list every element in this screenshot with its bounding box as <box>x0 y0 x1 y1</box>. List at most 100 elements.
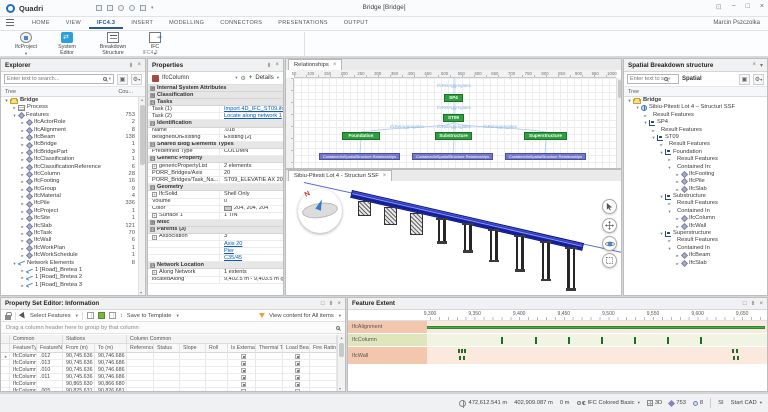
tab-connectors[interactable]: CONNECTORS <box>212 18 270 29</box>
diagram-node-substructure[interactable]: Substructure <box>435 132 472 140</box>
chevron-expanded-icon[interactable]: ▾ <box>658 149 665 156</box>
chevron-collapsed-icon[interactable]: ▸ <box>666 200 673 207</box>
section-tool-button[interactable] <box>602 253 617 268</box>
tree-item-st09[interactable]: ▾ST09 <box>624 134 766 141</box>
tree-item-ifcpile[interactable]: ▸IfcPile <box>624 178 766 185</box>
property-section-identification[interactable]: ⊟Identification <box>148 120 283 127</box>
property-value[interactable]: Pier <box>220 248 283 255</box>
chevron-collapsed-icon[interactable]: ▸ <box>19 134 26 141</box>
lock-icon[interactable] <box>5 315 11 320</box>
tree-item-bridge[interactable]: ▾Bridge <box>624 97 766 104</box>
diagram-scrollbar[interactable] <box>616 78 621 168</box>
close-tab-icon[interactable]: × <box>383 173 387 179</box>
layout-button[interactable]: ▣ <box>739 74 750 85</box>
chevron-collapsed-icon[interactable]: ▸ <box>666 156 673 163</box>
property-section-parents-3-[interactable]: ⊟Parents (3) <box>148 227 283 234</box>
chevron-collapsed-icon[interactable]: ▸ <box>674 215 681 222</box>
property-section-geometry[interactable]: ⊟Geometry <box>148 184 283 191</box>
tree-item-contained-in[interactable]: ▾Contained In <box>624 208 766 215</box>
select-features-button[interactable]: Select Features <box>30 313 71 319</box>
property-value[interactable]: Locate along network 1 <box>220 113 283 120</box>
chevron-expanded-icon[interactable]: ▾ <box>650 134 657 141</box>
chevron-collapsed-icon[interactable]: ▸ <box>650 127 657 134</box>
extent-row-ifccolumn[interactable]: IfcColumn <box>348 334 767 347</box>
orbit-tool-button[interactable] <box>602 236 617 251</box>
checkbox[interactable] <box>241 354 246 359</box>
chevron-expanded-icon[interactable]: ▾ <box>666 245 673 252</box>
tree-item-process[interactable]: ▸Process <box>1 104 138 111</box>
tree-item-ifcworkschedule[interactable]: ▸IfcWorkSchedule1 <box>1 252 138 259</box>
group-by-hint[interactable]: Drag a column header here to group by th… <box>1 322 345 334</box>
viewer3d[interactable]: N <box>285 181 622 296</box>
tree-item-1-road-bretea-1[interactable]: ▸1 [Road]_Bretea 1 <box>1 267 138 274</box>
chevron-expanded-icon[interactable]: ▾ <box>666 164 673 171</box>
chevron-collapsed-icon[interactable]: ▸ <box>19 215 26 222</box>
property-section-internal-system-attributes[interactable]: ⊞Internal System Attributes <box>148 85 283 92</box>
tree-item-result-features[interactable]: ▸Result Features <box>624 112 766 119</box>
active-view-icon[interactable] <box>98 312 105 319</box>
save-to-template-button[interactable]: Save to Template <box>127 313 172 319</box>
chevron-expanded-icon[interactable]: ▾ <box>658 193 665 200</box>
close-icon[interactable]: × <box>137 62 141 68</box>
tree-item-1-road-bretea-3[interactable]: ▸1 [Road]_Bretea 3 <box>1 282 138 289</box>
search-icon[interactable] <box>336 326 340 330</box>
diagram-canvas[interactable]: SP4ST09FoundationSubstructureSuperstruct… <box>294 78 616 168</box>
table-row[interactable]: IfcColumn90,865.63090,866.680 <box>1 381 337 388</box>
band-common[interactable]: Common <box>10 335 63 344</box>
pin-icon[interactable]: ⇟ <box>266 62 271 69</box>
tree-item-result-features[interactable]: ▸Result Features <box>624 156 766 163</box>
chevron-collapsed-icon[interactable]: ▸ <box>19 193 26 200</box>
chevron-collapsed-icon[interactable]: ▸ <box>19 274 26 281</box>
tree-item-ifcslab[interactable]: ▸IfcSlab121 <box>1 223 138 230</box>
selector-caret-icon[interactable]: ▾ <box>235 75 237 81</box>
chevron-expanded-icon[interactable]: ▾ <box>666 208 673 215</box>
checkbox[interactable] <box>295 375 300 380</box>
tree-item-ifcslab[interactable]: ▸IfcSlab <box>624 260 766 267</box>
property-section-misc[interactable]: ⊞Misc <box>148 220 283 227</box>
relationships-diagram[interactable]: 5010015020025030035040045050055060065070… <box>285 70 622 169</box>
tree-item-ifcclassification[interactable]: ▸IfcClassification1 <box>1 156 138 163</box>
tree-item-ifcbeam[interactable]: ▸IfcBeam138 <box>1 134 138 141</box>
chevron-collapsed-icon[interactable]: ▸ <box>19 171 26 178</box>
menu-icon[interactable] <box>6 19 14 28</box>
contained-in-spatial-structure-node[interactable]: ContainedInSpatialStructure Relationship… <box>319 153 400 160</box>
search-caret-icon[interactable]: ▾ <box>109 76 111 82</box>
chevron-expanded-icon[interactable]: ▾ <box>11 112 18 119</box>
chevron-collapsed-icon[interactable]: ▸ <box>19 119 26 126</box>
tree-item-ifcpile[interactable]: ▸IfcPile336 <box>1 200 138 207</box>
tree-item-ifcfooting[interactable]: ▸IfcFooting <box>624 171 766 178</box>
select-tool-button[interactable] <box>602 199 617 214</box>
tree-item-ifccolumn[interactable]: ▸IfcColumn28 <box>1 171 138 178</box>
ifc-export-button[interactable]: IFC▾ <box>140 32 170 52</box>
tree-item-ifcsite[interactable]: ▸IfcSite1 <box>1 215 138 222</box>
chevron-expanded-icon[interactable]: ▾ <box>3 97 10 104</box>
table-row[interactable]: IfcColumn.01190,745.63690,746.686 <box>1 374 337 381</box>
chevron-collapsed-icon[interactable]: ▸ <box>642 112 649 119</box>
column-header[interactable]: Roll <box>206 344 228 353</box>
chevron-expanded-icon[interactable]: ▾ <box>658 230 665 237</box>
spatial-search-input[interactable]: ▾ <box>627 74 679 84</box>
checkbox[interactable] <box>241 361 246 366</box>
column-header[interactable]: From (m) <box>63 344 95 353</box>
system-editor-button[interactable]: SystemEditor <box>48 32 86 52</box>
restore-icon[interactable]: □ <box>743 301 747 307</box>
chevron-collapsed-icon[interactable]: ▸ <box>674 178 681 185</box>
tree-item-ifctask[interactable]: ▸IfcTask70 <box>1 230 138 237</box>
tree-item-contained-in-[interactable]: ▾Contained In: <box>624 164 766 171</box>
column-header[interactable]: To (m) <box>95 344 127 353</box>
extent-row-ifcalignment[interactable]: IfcAlignment <box>348 321 767 334</box>
chevron-collapsed-icon[interactable]: ▸ <box>19 245 26 252</box>
tab-3d-view[interactable]: Sibiu-Pitesti Lot 4 - Structuri SSF× <box>288 170 392 181</box>
property-section-shared-bldg-elements-types[interactable]: ⊟Shared Bldg Elements Types <box>148 142 283 149</box>
status-item-ifc-colored-basic[interactable]: IFC Colored Basic▾ <box>577 400 640 406</box>
tree-item-ifcalignment[interactable]: ▸IfcAlignment8 <box>1 127 138 134</box>
property-section-tasks[interactable]: ⊟Tasks <box>148 99 283 106</box>
tree-item-ifcfooting[interactable]: ▸IfcFooting16 <box>1 178 138 185</box>
pin-icon[interactable]: ⇟ <box>328 300 333 307</box>
tree-item-ifcclassificationreference[interactable]: ▸IfcClassificationReference6 <box>1 164 138 171</box>
tab-insert[interactable]: INSERT <box>123 18 161 29</box>
table-row[interactable]: IfcColumn.00590,825.63190,826.681 <box>1 388 337 391</box>
explorer-scrollbar[interactable]: ▴▾ <box>138 97 145 295</box>
columns-view-icon[interactable] <box>87 312 94 319</box>
chevron-collapsed-icon[interactable]: ▸ <box>666 237 673 244</box>
